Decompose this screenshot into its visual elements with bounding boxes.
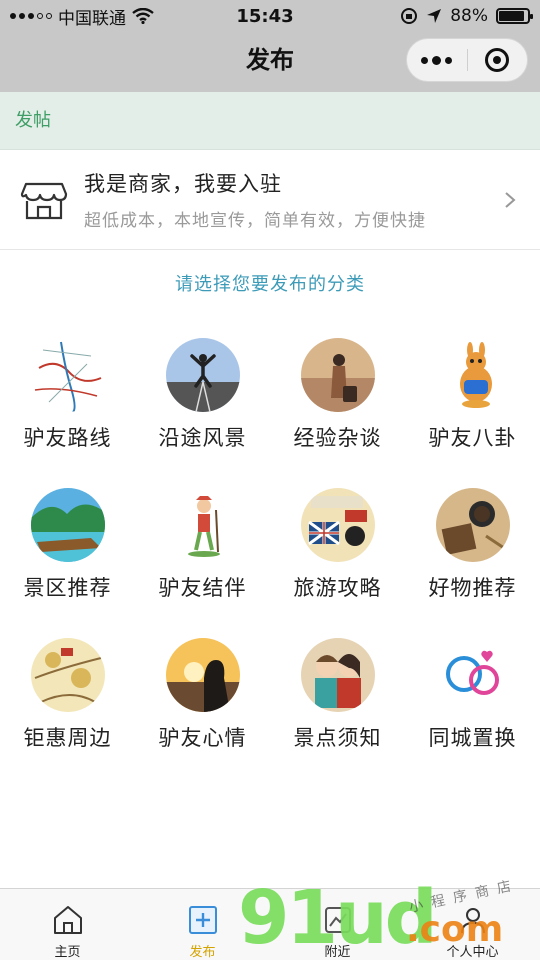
chat-bubbles-icon-image bbox=[435, 638, 510, 712]
category-item[interactable]: 旅游攻略 bbox=[270, 488, 405, 638]
tab-home-label: 主页 bbox=[54, 945, 81, 960]
wifi-icon bbox=[132, 8, 154, 24]
category-label: 经验杂谈 bbox=[293, 426, 382, 450]
couple-cartoon-icon bbox=[300, 638, 375, 712]
category-item[interactable]: 同城置换 bbox=[405, 638, 540, 788]
category-label: 旅游攻略 bbox=[293, 576, 382, 600]
tab-nearby[interactable]: 附近 bbox=[270, 889, 405, 960]
merchant-text: 我是商家，我要入驻 超低成本，本地宣传，简单有效，方便快捷 bbox=[84, 168, 500, 231]
tab-home[interactable]: 主页 bbox=[0, 889, 135, 960]
close-ring-icon bbox=[485, 48, 510, 72]
merchant-title: 我是商家，我要入驻 bbox=[84, 172, 282, 196]
jumping-traveler-icon bbox=[165, 338, 240, 412]
rotation-lock-icon bbox=[401, 8, 418, 24]
coffee-table-icon bbox=[435, 488, 510, 562]
coffee-table-icon-image bbox=[435, 488, 510, 562]
category-item[interactable]: 驴友八卦 bbox=[405, 338, 540, 488]
merchant-join-banner[interactable]: 我是商家，我要入驻 超低成本，本地宣传，简单有效，方便快捷 bbox=[0, 150, 540, 250]
category-label: 好物推荐 bbox=[428, 576, 517, 600]
category-item[interactable]: 景点须知 bbox=[270, 638, 405, 788]
category-label: 景区推荐 bbox=[23, 576, 112, 600]
category-label: 同城置换 bbox=[428, 726, 517, 750]
home-icon bbox=[53, 906, 82, 934]
kangaroo-icon-image bbox=[435, 338, 510, 412]
travel-collage-icon bbox=[300, 488, 375, 562]
status-bar: 中国联通 15:43 88% bbox=[0, 0, 540, 32]
jumping-traveler-icon-image bbox=[165, 338, 240, 412]
battery-percent: 88% bbox=[450, 6, 488, 26]
category-label: 钜惠周边 bbox=[23, 726, 112, 750]
merchant-subtitle: 超低成本，本地宣传，简单有效，方便快捷 bbox=[84, 211, 426, 231]
more-options-button[interactable] bbox=[407, 39, 467, 81]
category-label: 沿途风景 bbox=[158, 426, 247, 450]
tab-profile[interactable]: 个人中心 bbox=[405, 889, 540, 960]
beach-boat-icon-image bbox=[30, 488, 105, 562]
cartoon-hiker-icon-image bbox=[165, 488, 240, 562]
tourist-map-icon bbox=[30, 638, 105, 712]
category-item[interactable]: 驴友结伴 bbox=[135, 488, 270, 638]
tab-bar: 主页 发布 附近 个人中心 bbox=[0, 888, 540, 960]
category-item[interactable]: 景区推荐 bbox=[0, 488, 135, 638]
status-left: 中国联通 bbox=[10, 4, 190, 29]
navigation-bar: 发布 bbox=[0, 32, 540, 92]
category-item[interactable]: 钜惠周边 bbox=[0, 638, 135, 788]
route-map-icon bbox=[30, 338, 105, 412]
sunset-silhouette-icon bbox=[165, 638, 240, 712]
couple-cartoon-icon-image bbox=[300, 638, 375, 712]
category-label: 驴友路线 bbox=[23, 426, 112, 450]
suitcase-woman-icon-image bbox=[300, 338, 375, 412]
category-label: 景点须知 bbox=[293, 726, 382, 750]
route-map-icon-image bbox=[30, 338, 105, 412]
travel-collage-icon-image bbox=[300, 488, 375, 562]
location-arrow-icon bbox=[427, 9, 442, 23]
tab-post[interactable]: 发布 bbox=[135, 889, 270, 960]
cartoon-hiker-icon bbox=[165, 488, 240, 562]
beach-boat-icon bbox=[30, 488, 105, 562]
nearby-icon bbox=[324, 907, 351, 933]
category-label: 驴友心情 bbox=[158, 726, 247, 750]
signal-strength-icon bbox=[10, 13, 52, 19]
close-mini-program-button[interactable] bbox=[467, 39, 527, 81]
category-item[interactable]: 驴友心情 bbox=[135, 638, 270, 788]
more-dot-icon bbox=[421, 56, 429, 64]
category-item[interactable]: 驴友路线 bbox=[0, 338, 135, 488]
suitcase-woman-icon bbox=[300, 338, 375, 412]
battery-fill bbox=[499, 11, 524, 21]
tab-profile-label: 个人中心 bbox=[446, 945, 499, 960]
category-item[interactable]: 沿途风景 bbox=[135, 338, 270, 488]
category-label: 驴友结伴 bbox=[158, 576, 247, 600]
more-dot-icon bbox=[432, 55, 442, 65]
status-time: 15:43 bbox=[236, 5, 294, 27]
user-icon bbox=[460, 908, 485, 934]
status-right: 88% bbox=[340, 6, 533, 26]
more-dot-icon bbox=[445, 56, 453, 64]
battery-icon bbox=[496, 8, 533, 24]
category-item[interactable]: 好物推荐 bbox=[405, 488, 540, 638]
kangaroo-icon bbox=[435, 338, 510, 412]
category-label: 驴友八卦 bbox=[428, 426, 517, 450]
post-section-header: 发帖 bbox=[0, 92, 540, 150]
tourist-map-icon-image bbox=[30, 638, 105, 712]
tab-nearby-label: 附近 bbox=[324, 945, 351, 960]
carrier-name: 中国联通 bbox=[58, 8, 126, 29]
chat-bubbles-icon bbox=[435, 638, 510, 712]
sunset-silhouette-icon-image bbox=[165, 638, 240, 712]
tab-post-label: 发布 bbox=[189, 945, 216, 960]
category-prompt: 请选择您要发布的分类 bbox=[175, 274, 365, 295]
mini-program-capsule bbox=[406, 38, 528, 82]
category-item[interactable]: 经验杂谈 bbox=[270, 338, 405, 488]
add-post-icon bbox=[188, 906, 217, 934]
chevron-right-icon bbox=[505, 191, 516, 208]
store-icon bbox=[20, 182, 68, 219]
